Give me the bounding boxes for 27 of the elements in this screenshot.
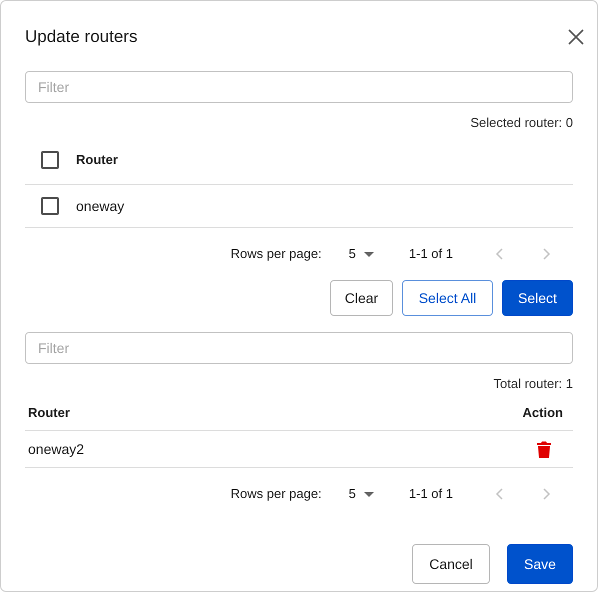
page-range: 1-1 of 1 — [408, 245, 453, 264]
close-icon[interactable] — [567, 28, 585, 46]
rows-per-page-label: Rows per page: — [230, 485, 322, 504]
dialog-title: Update routers — [25, 26, 138, 48]
checkbox[interactable] — [41, 197, 59, 215]
rows-per-page-select[interactable]: 5 — [348, 244, 374, 264]
trash-icon[interactable] — [537, 440, 551, 458]
primary-button[interactable]: Select — [502, 280, 573, 316]
column-header: Router — [76, 150, 118, 169]
caret-icon — [364, 252, 374, 256]
filter-field[interactable]: Filter — [25, 71, 573, 103]
rows-per-page-select[interactable]: 5 — [348, 484, 374, 504]
total-count: Total router: 1 — [492, 375, 573, 393]
rows-per-page-label: Rows per page: — [230, 245, 322, 264]
column-header: Router — [28, 404, 70, 422]
page-range: 1-1 of 1 — [408, 485, 453, 504]
table-cell-text: oneway — [76, 196, 124, 216]
button[interactable]: Select All — [402, 280, 493, 316]
primary-button[interactable]: Save — [507, 544, 573, 584]
checkbox[interactable] — [41, 150, 59, 168]
filter-field[interactable]: Filter — [25, 332, 573, 364]
column-header: Action — [522, 404, 563, 422]
caret-icon — [364, 492, 374, 496]
button[interactable]: Cancel — [412, 544, 490, 584]
table-cell-text: oneway2 — [28, 440, 84, 459]
selected-count: Selected router: 0 — [469, 114, 573, 132]
button[interactable]: Clear — [330, 280, 393, 316]
